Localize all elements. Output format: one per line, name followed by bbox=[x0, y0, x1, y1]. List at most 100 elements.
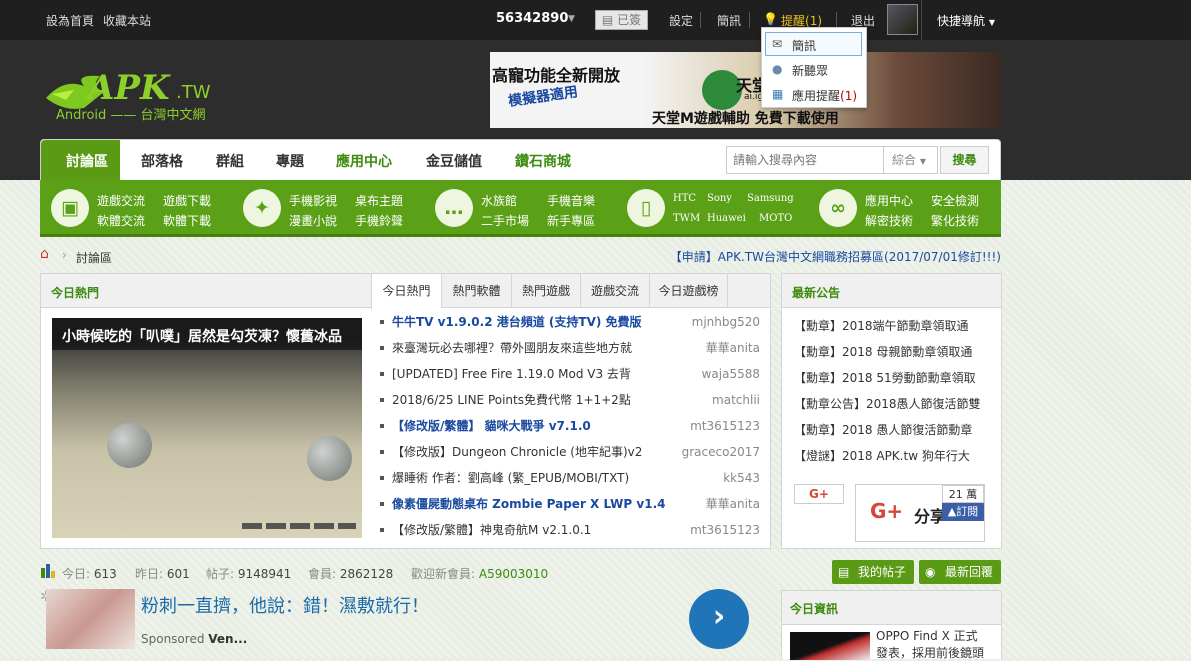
calendar-icon: ▤ bbox=[601, 13, 614, 27]
search-scope-select[interactable]: 綜合 ▼ bbox=[884, 146, 938, 174]
ad-headline[interactable]: 粉刺一直擠，他說：錯！濕敷就行！ bbox=[141, 592, 429, 618]
cat-link[interactable]: 解密技術 bbox=[865, 212, 913, 229]
dropdown-item-app-reminders[interactable]: 應用提醒(1) bbox=[792, 87, 857, 104]
list-item[interactable]: 【修改版】Dungeon Chronicle (地牢紀事)v2 graceco20… bbox=[380, 439, 760, 465]
cat-link[interactable]: 漫畫小說 bbox=[289, 212, 337, 229]
breadcrumb-current[interactable]: 討論區 bbox=[76, 249, 112, 266]
daily-info-header: 今日資訊 bbox=[782, 591, 1001, 625]
cat-link[interactable]: Samsung bbox=[747, 193, 794, 204]
logo-suffix: .TW bbox=[176, 82, 211, 103]
cat-link[interactable]: 軟體下載 bbox=[163, 212, 211, 229]
nav-item-groups[interactable]: 群組 bbox=[216, 151, 244, 171]
cat-link[interactable]: 新手專區 bbox=[547, 212, 595, 229]
envelope-icon: ✉ bbox=[772, 37, 783, 51]
ad-image[interactable] bbox=[46, 589, 135, 649]
cat-link[interactable]: Sony bbox=[707, 193, 732, 204]
cat-link[interactable]: 遊戲下載 bbox=[163, 192, 211, 209]
cat-link[interactable]: 安全檢測 bbox=[931, 192, 979, 209]
bookmark-link[interactable]: 收藏本站 bbox=[103, 12, 151, 29]
cat-link[interactable]: 應用中心 bbox=[865, 192, 913, 209]
cat-link[interactable]: 手機音樂 bbox=[547, 192, 595, 209]
tab-hot-games[interactable]: 熱門遊戲 bbox=[511, 274, 580, 308]
notice-item[interactable]: 【勳章】2018 母親節勳章領取通 bbox=[794, 343, 972, 360]
quick-nav-menu[interactable]: 快捷導航 ▼ bbox=[937, 12, 995, 29]
list-item[interactable]: [UPDATED] Free Fire 1.19.0 Mod V3 去背 waja… bbox=[380, 361, 760, 387]
set-home-link[interactable]: 設為首頁 bbox=[46, 12, 94, 29]
nav-item-topics[interactable]: 專題 bbox=[276, 151, 304, 171]
notice-item[interactable]: 【勳章】2018 愚人節復活節勳章 bbox=[794, 421, 972, 438]
subscribe-button[interactable]: ▲訂閱 bbox=[942, 503, 984, 521]
notice-item[interactable]: 【勳章公告】2018愚人節復活節雙 bbox=[794, 395, 981, 412]
notice-item[interactable]: 【燈謎】2018 APK.tw 狗年行大 bbox=[794, 447, 970, 464]
list-item[interactable]: 【修改版/繁體】神鬼奇航M v2.1.0.1 mt3615123 bbox=[380, 517, 760, 543]
cat-link[interactable]: 水族館 bbox=[481, 192, 517, 209]
settings-link[interactable]: 設定 bbox=[669, 12, 693, 29]
ad-arrow-button[interactable]: › bbox=[689, 589, 749, 649]
dropdown-item-new-listeners[interactable]: 新聽眾 bbox=[792, 62, 828, 79]
cat-link[interactable]: TWM bbox=[673, 213, 700, 224]
nav-item-gold-topup[interactable]: 金豆儲值 bbox=[426, 151, 482, 171]
android-icon[interactable]: ▣ bbox=[51, 189, 89, 227]
hot-slideshow[interactable]: 小時候吃的「叭噗」居然是勾芡凍？懷舊冰品 bbox=[52, 318, 362, 538]
tab-today-hot[interactable]: 今日熱門 bbox=[371, 274, 441, 309]
nav-item-forum[interactable]: 討論區 bbox=[66, 151, 108, 171]
list-icon: ▤ bbox=[838, 565, 850, 579]
stat-new-member: 歡迎新會員: A59003010 bbox=[411, 567, 549, 581]
tab-game-exchange[interactable]: 遊戲交流 bbox=[580, 274, 649, 308]
gplus-small-button[interactable]: G+ bbox=[794, 484, 844, 504]
cat-link[interactable]: 手機影視 bbox=[289, 192, 337, 209]
search-button[interactable]: 搜尋 bbox=[940, 146, 989, 174]
cat-link[interactable]: HTC bbox=[673, 193, 696, 204]
list-item[interactable]: 2018/6/25 LINE Points免費代幣 1+1+2點 matchlii bbox=[380, 387, 760, 413]
tab-game-ranking[interactable]: 今日遊戲榜 bbox=[649, 274, 728, 308]
nav-item-app-center[interactable]: 應用中心 bbox=[336, 151, 392, 171]
home-icon[interactable]: ⌂ bbox=[40, 246, 49, 262]
bar-chart-icon bbox=[40, 564, 58, 578]
search-input[interactable] bbox=[726, 146, 884, 174]
daily-info-text[interactable]: 發表，採用前後鏡頭 bbox=[876, 644, 984, 661]
avatar[interactable] bbox=[887, 4, 918, 35]
nav-item-blog[interactable]: 部落格 bbox=[141, 151, 183, 171]
cat-link[interactable]: 桌布主題 bbox=[355, 192, 403, 209]
cat-link[interactable]: 手機鈴聲 bbox=[355, 212, 403, 229]
list-item[interactable]: 像素僵屍動態桌布 Zombie Paper X LWP v1.4 華華anita bbox=[380, 491, 760, 517]
tab-hot-software[interactable]: 熱門軟體 bbox=[441, 274, 511, 308]
list-item[interactable]: 來臺灣玩必去哪裡？帶外國朋友來這些地方就 華華anita bbox=[380, 335, 760, 361]
link-icon[interactable]: ∞ bbox=[819, 189, 857, 227]
daily-info-thumb[interactable] bbox=[790, 632, 870, 660]
cat-link[interactable]: 遊戲交流 bbox=[97, 192, 145, 209]
banner-line1: 高寵功能全新開放 bbox=[492, 66, 621, 85]
notice-item[interactable]: 【勳章】2018端午節勳章領取通 bbox=[794, 317, 969, 334]
gplus-share-widget[interactable]: G+ 分享 21 萬 ▲訂閱 bbox=[855, 484, 985, 542]
announcement-link[interactable]: 【申請】APK.TW台灣中文網職務招募區(2017/07/01修訂!!!) bbox=[670, 248, 1001, 265]
phone-icon[interactable]: ▯ bbox=[627, 189, 665, 227]
hot-panel-title: 今日熱門 bbox=[51, 286, 100, 300]
cat-link[interactable]: Huawei bbox=[707, 213, 746, 224]
wand-icon[interactable]: ✦ bbox=[243, 189, 281, 227]
signed-badge[interactable]: ▤ 已簽 bbox=[595, 10, 648, 30]
list-item[interactable]: 爆睡術 作者：劉高峰 (繁_EPUB/MOBI/TXT) kk543 bbox=[380, 465, 760, 491]
list-item[interactable]: 【修改版/繁體】 貓咪大戰爭 v7.1.0 mt3615123 bbox=[380, 413, 760, 439]
dropdown-item-messages[interactable]: 簡訊 bbox=[792, 37, 816, 54]
cat-link[interactable]: 繁化技術 bbox=[931, 212, 979, 229]
cat-link[interactable]: 二手市場 bbox=[481, 212, 529, 229]
chevron-down-icon[interactable]: ▼ bbox=[568, 14, 575, 24]
user-id[interactable]: 56342890 bbox=[496, 11, 568, 26]
nav-item-diamond-mall[interactable]: 鑽石商城 bbox=[515, 151, 571, 171]
list-item[interactable]: 牛牛TV v1.9.0.2 港台頻道 (支持TV) 免費版 mjnhbg520 bbox=[380, 309, 760, 335]
latest-replies-button[interactable]: ◉ 最新回覆 bbox=[919, 560, 1001, 584]
divider bbox=[921, 0, 922, 40]
chevron-down-icon: ▼ bbox=[988, 18, 995, 27]
notice-item[interactable]: 【勳章】2018 51勞動節勳章領取 bbox=[794, 369, 976, 386]
site-logo[interactable]: APK .TW Android —— 台灣中文網 bbox=[44, 68, 219, 126]
my-posts-button[interactable]: ▤ 我的帖子 bbox=[832, 560, 914, 584]
cat-link[interactable]: 軟體交流 bbox=[97, 212, 145, 229]
notices-title: 最新公告 bbox=[792, 286, 841, 300]
daily-info-text[interactable]: OPPO Find X 正式 bbox=[876, 627, 978, 644]
cat-link[interactable]: MOTO bbox=[759, 213, 792, 224]
sponsored-ad[interactable]: ✲ 粉刺一直擠，他說：錯！濕敷就行！ Sponsored Ven... › bbox=[40, 589, 770, 659]
stat-yesterday: 昨日: 601 bbox=[135, 567, 190, 581]
messages-link[interactable]: 簡訊 bbox=[717, 12, 741, 29]
chat-icon[interactable]: … bbox=[435, 189, 473, 227]
game-banner-ad[interactable]: 高寵功能全新開放 模擬器適用 天堂 ai.ig 天堂M遊戲輔助 免費下載使用 bbox=[490, 52, 1001, 128]
